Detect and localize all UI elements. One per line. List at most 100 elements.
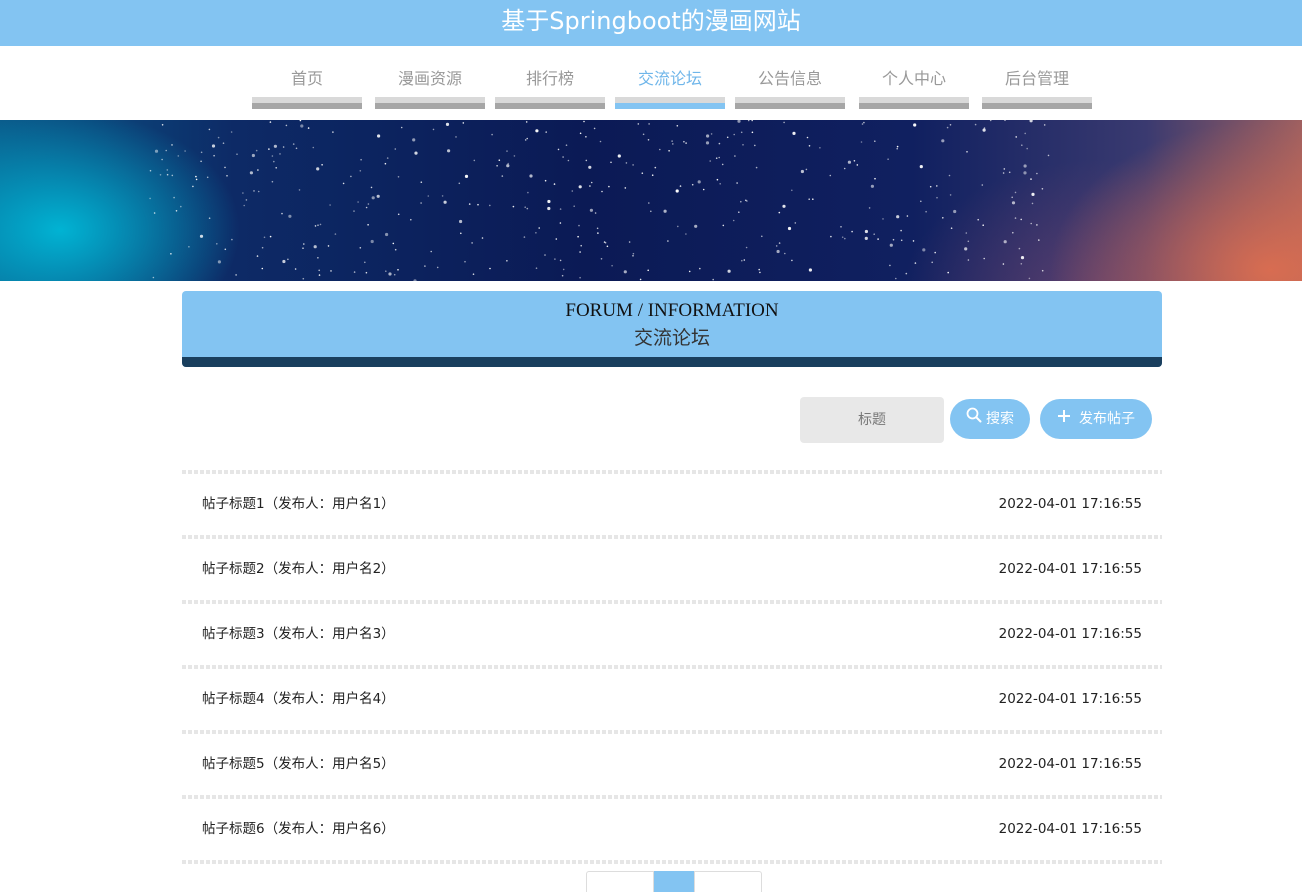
list-item[interactable]: 帖子标题6（发布人：用户名6） 2022-04-01 17:16:55	[182, 799, 1162, 860]
star-dot	[318, 274, 321, 276]
star-dot	[365, 206, 368, 209]
star-dot	[792, 131, 796, 135]
banner-image	[0, 120, 1302, 281]
post-title[interactable]: 帖子标题4（发布人：用户名4）	[202, 669, 395, 730]
star-dot	[668, 150, 670, 152]
nav-item-comics[interactable]: 漫画资源	[375, 46, 485, 109]
star-dot	[601, 190, 603, 193]
search-input[interactable]	[800, 397, 944, 443]
post-title[interactable]: 帖子标题6（发布人：用户名6）	[202, 799, 395, 860]
post-title[interactable]: 帖子标题1（发布人：用户名1）	[202, 474, 395, 535]
star-dot	[273, 160, 275, 163]
star-dot	[778, 242, 781, 244]
star-dot	[565, 144, 568, 146]
search-button[interactable]: 搜索	[950, 399, 1030, 439]
new-post-button[interactable]: 发布帖子	[1040, 399, 1152, 439]
nav-item-home[interactable]: 首页	[252, 46, 362, 109]
pagination-current-page[interactable]	[654, 871, 694, 892]
star-dot	[211, 144, 216, 148]
star-dot	[559, 259, 562, 262]
nav-item-label: 公告信息	[757, 69, 822, 88]
star-dot	[271, 155, 274, 157]
star-dot	[1015, 136, 1017, 138]
star-dot	[512, 205, 515, 208]
list-item[interactable]: 帖子标题1（发布人：用户名1） 2022-04-01 17:16:55	[182, 474, 1162, 535]
star-dot	[571, 190, 574, 192]
nav-item-bar	[615, 97, 725, 109]
nav-item-forum[interactable]: 交流论坛	[615, 46, 725, 109]
star-dot	[967, 240, 970, 243]
star-dot	[722, 224, 725, 227]
star-dot	[594, 212, 597, 214]
star-dot	[506, 164, 510, 168]
list-item[interactable]: 帖子标题4（发布人：用户名4） 2022-04-01 17:16:55	[182, 669, 1162, 730]
star-dot	[737, 120, 741, 123]
star-dot	[386, 157, 389, 159]
star-dot	[459, 219, 463, 224]
star-dot	[759, 271, 761, 274]
nav-item-admin[interactable]: 后台管理	[982, 46, 1092, 109]
star-dot	[525, 121, 528, 123]
star-dot	[706, 134, 710, 138]
star-dot	[547, 199, 551, 204]
star-dot	[557, 148, 560, 151]
star-dot	[648, 123, 650, 125]
star-dot	[585, 159, 588, 162]
star-dot	[292, 143, 295, 145]
star-dot	[590, 181, 593, 184]
star-dot	[319, 223, 322, 226]
nav-item-profile[interactable]: 个人中心	[859, 46, 969, 109]
star-dot	[982, 128, 986, 132]
star-dot	[702, 188, 705, 191]
post-title[interactable]: 帖子标题5（发布人：用户名5）	[202, 734, 395, 795]
star-dot	[860, 141, 863, 143]
list-item[interactable]: 帖子标题2（发布人：用户名2） 2022-04-01 17:16:55	[182, 539, 1162, 600]
star-dot	[896, 147, 898, 150]
star-dot	[562, 268, 565, 271]
nav-item-notices[interactable]: 公告信息	[735, 46, 845, 109]
star-dot	[414, 151, 418, 155]
star-dot	[464, 260, 466, 263]
star-dot	[263, 236, 266, 239]
star-dot	[257, 190, 260, 193]
star-dot	[195, 178, 198, 181]
star-dot	[1014, 191, 1017, 194]
list-item[interactable]: 帖子标题5（发布人：用户名5） 2022-04-01 17:16:55	[182, 734, 1162, 795]
star-dot	[900, 229, 902, 232]
post-title[interactable]: 帖子标题3（发布人：用户名3）	[202, 604, 395, 665]
star-dot	[936, 196, 938, 199]
star-dot	[906, 215, 909, 217]
star-dot	[501, 175, 504, 177]
plus-icon	[1057, 399, 1071, 439]
star-dot	[206, 176, 209, 179]
star-dot	[632, 252, 635, 255]
star-dot	[307, 127, 310, 129]
star-dot	[578, 185, 582, 189]
nav-item-label: 漫画资源	[397, 69, 462, 88]
star-dot	[224, 248, 227, 251]
star-dot	[200, 151, 203, 154]
nav-item-label: 交流论坛	[637, 69, 702, 88]
star-dot	[892, 238, 895, 241]
star-dot	[715, 157, 718, 159]
star-dot	[853, 160, 856, 162]
magnifier-icon	[966, 399, 982, 439]
star-dot	[462, 122, 465, 124]
pagination-next-button[interactable]	[694, 871, 762, 892]
post-time: 2022-04-01 17:16:55	[998, 561, 1142, 577]
star-dot	[317, 224, 319, 226]
star-dot	[950, 227, 953, 229]
list-item[interactable]: 帖子标题3（发布人：用户名3） 2022-04-01 17:16:55	[182, 604, 1162, 665]
star-dot	[313, 245, 317, 249]
star-dot	[287, 258, 289, 261]
star-dot	[597, 232, 599, 234]
star-dot	[946, 126, 949, 129]
star-dot	[217, 136, 220, 139]
star-dot	[989, 120, 992, 122]
star-dot	[712, 278, 714, 281]
post-title[interactable]: 帖子标题2（发布人：用户名2）	[202, 539, 395, 600]
pagination-prev-button[interactable]	[586, 871, 654, 892]
nav-item-ranking[interactable]: 排行榜	[495, 46, 605, 109]
star-dot	[161, 124, 164, 126]
star-dot	[913, 123, 917, 127]
